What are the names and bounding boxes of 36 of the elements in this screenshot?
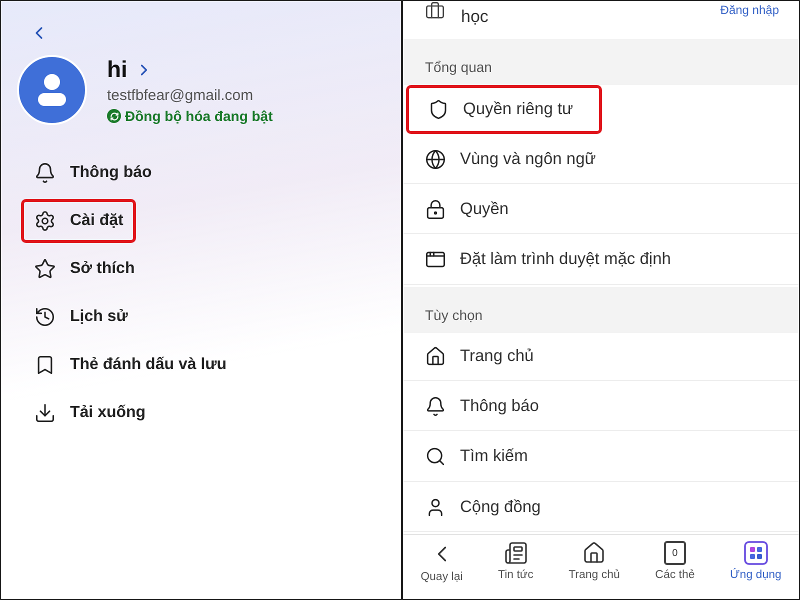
section-header: Tùy chọn xyxy=(403,286,799,333)
nav-tab[interactable]: Trang chủ xyxy=(568,535,620,599)
download-icon xyxy=(34,402,56,424)
menu-item[interactable]: Lịch sử xyxy=(21,295,141,339)
menu-item[interactable]: Cài đặt xyxy=(21,199,136,243)
menu-item[interactable]: Thông báo xyxy=(21,151,165,195)
nav-tab[interactable]: Quay lại xyxy=(420,535,463,599)
nav-tab[interactable]: 0 Các thẻ xyxy=(655,535,695,599)
search-icon xyxy=(425,446,446,468)
newspaper-icon xyxy=(504,541,528,565)
apps-grid-icon xyxy=(744,541,768,565)
section-header: Tổng quan xyxy=(403,39,799,85)
sign-in-link[interactable]: Đăng nhập xyxy=(720,1,779,17)
settings-item[interactable]: học xyxy=(461,1,704,27)
star-icon xyxy=(34,258,56,280)
shield-icon xyxy=(428,98,449,120)
sync-icon xyxy=(107,109,121,123)
lock-icon xyxy=(425,199,446,220)
tab-count: 0 xyxy=(664,541,686,565)
briefcase-icon xyxy=(425,1,445,21)
profile-name: hi xyxy=(107,56,128,83)
bell-icon xyxy=(425,396,446,418)
menu-item[interactable]: Sở thích xyxy=(21,247,148,291)
settings-icon xyxy=(34,210,56,232)
profile-email: testfbfear@gmail.com xyxy=(107,87,254,104)
bell-icon xyxy=(34,162,56,184)
nav-tab[interactable]: Ứng dụng xyxy=(730,535,782,599)
menu-item[interactable]: Thẻ đánh dấu và lưu xyxy=(21,343,240,387)
globe-icon xyxy=(425,148,446,170)
home-icon xyxy=(425,346,446,367)
sync-status: Đồng bộ hóa đang bật xyxy=(125,108,273,124)
history-icon xyxy=(34,306,56,328)
menu-item[interactable]: Tải xuống xyxy=(21,391,159,435)
home-icon xyxy=(582,541,606,565)
nav-tab[interactable]: Tin tức xyxy=(498,535,534,599)
settings-item[interactable]: Quyền riêng tư xyxy=(406,85,602,134)
